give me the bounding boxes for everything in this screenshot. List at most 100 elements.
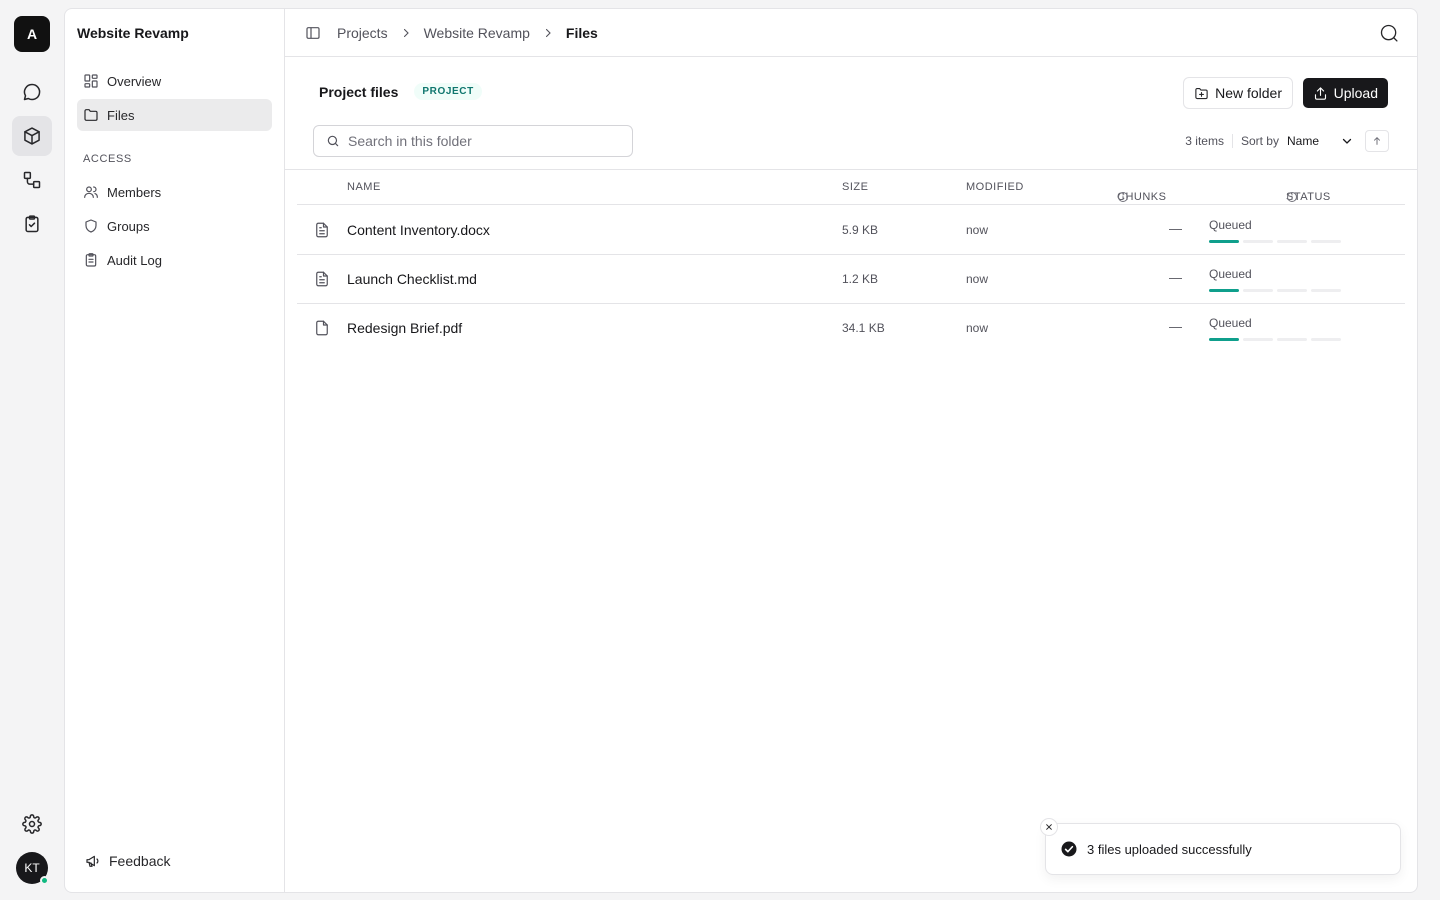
sidebar-item-label: Groups [107, 218, 150, 234]
sidebar-item-label: Audit Log [107, 252, 162, 268]
file-modified: now [966, 223, 989, 237]
folder-plus-icon [1194, 86, 1209, 101]
sort-label: Sort by [1240, 134, 1279, 148]
table-row[interactable]: Redesign Brief.pdf 34.1 KB now — Queued [297, 304, 1405, 353]
app-rail: A KT [0, 0, 64, 900]
chevron-right-icon [400, 27, 412, 39]
progress-segment [1311, 338, 1341, 341]
chevron-down-icon [1341, 135, 1353, 147]
divider [285, 169, 1417, 170]
new-folder-button[interactable]: New folder [1183, 77, 1293, 109]
search-icon[interactable] [1379, 23, 1399, 43]
progress-segment [1311, 240, 1341, 243]
progress-segment [1277, 240, 1307, 243]
table-row[interactable]: Launch Checklist.md 1.2 KB now — Queued [297, 255, 1405, 304]
files-header: Project files PROJECT [319, 83, 482, 100]
file-status: Queued [1209, 316, 1252, 330]
online-status-dot [40, 876, 49, 885]
table-row[interactable]: Content Inventory.docx 5.9 KB now — Queu… [297, 206, 1405, 255]
column-header-name[interactable]: NAME [347, 181, 381, 193]
users-icon [83, 184, 99, 200]
file-chunks: — [1169, 319, 1182, 334]
upload-icon [1313, 86, 1328, 101]
file-size: 1.2 KB [842, 272, 879, 286]
workspace-logo[interactable]: A [14, 16, 50, 52]
sort-select[interactable]: Name [1287, 134, 1353, 148]
divider [1231, 134, 1233, 148]
list-meta: 3 items Sort by Name [1185, 130, 1389, 152]
toast-close-button[interactable] [1040, 818, 1058, 836]
sidebar-item-label: Members [107, 184, 162, 200]
progress-segment [1277, 338, 1307, 341]
sort-direction-button[interactable] [1365, 130, 1389, 152]
item-count: 3 items [1185, 134, 1224, 148]
sidebar-item-groups[interactable]: Groups [77, 210, 272, 242]
main-panel: Website Revamp Overview Files ACCESS Mem… [64, 8, 1418, 893]
toast-message: 3 files uploaded successfully [1087, 841, 1252, 857]
shield-icon [83, 218, 99, 234]
sidebar-item-members[interactable]: Members [77, 176, 272, 208]
file-status: Queued [1209, 218, 1252, 232]
file-chunks: — [1169, 270, 1182, 285]
sidebar-item-overview[interactable]: Overview [77, 65, 272, 97]
access-section-label: ACCESS [83, 153, 132, 165]
upload-button[interactable]: Upload [1302, 78, 1388, 108]
sidebar-item-label: Files [107, 107, 135, 123]
info-icon[interactable] [1286, 191, 1298, 203]
upload-label: Upload [1333, 85, 1378, 101]
search-input[interactable] [348, 133, 618, 149]
file-modified: now [966, 272, 989, 286]
gear-icon[interactable] [12, 804, 52, 844]
file-chunks: — [1169, 221, 1182, 236]
feedback-button[interactable]: Feedback [85, 853, 170, 869]
megaphone-icon [85, 853, 101, 869]
chat-icon[interactable] [12, 72, 52, 112]
breadcrumb-files: Files [565, 24, 598, 41]
new-folder-label: New folder [1215, 85, 1282, 101]
file-modified: now [966, 321, 989, 335]
clipboard-check-icon[interactable] [12, 204, 52, 244]
folder-icon [83, 107, 99, 123]
file-name[interactable]: Content Inventory.docx [347, 222, 490, 238]
page-title: Project files [319, 83, 399, 100]
file-name[interactable]: Redesign Brief.pdf [347, 320, 462, 336]
progress-segment [1243, 240, 1273, 243]
search-icon [326, 134, 340, 148]
project-title: Website Revamp [77, 25, 189, 41]
chevron-right-icon [542, 27, 554, 39]
feedback-label: Feedback [109, 853, 171, 869]
clipboard-icon [83, 252, 99, 268]
progress-segment [1209, 289, 1239, 292]
table-header: NAME SIZE MODIFIED CHUNKS STATUS [297, 171, 1405, 205]
sidebar-item-label: Overview [107, 73, 162, 89]
folder-search[interactable] [313, 125, 633, 157]
column-header-modified[interactable]: MODIFIED [966, 181, 1024, 193]
status-progress [1209, 338, 1341, 341]
content-area: Projects Website Revamp Files Project fi… [285, 9, 1417, 892]
info-icon[interactable] [1117, 191, 1129, 203]
close-icon [1045, 823, 1053, 831]
document-lines-icon [313, 221, 331, 239]
breadcrumb-projects[interactable]: Projects [337, 25, 388, 41]
file-size: 34.1 KB [842, 321, 885, 335]
sidebar-item-audit-log[interactable]: Audit Log [77, 244, 272, 276]
sidebar-item-files[interactable]: Files [77, 99, 272, 131]
breadcrumb: Projects Website Revamp Files [337, 25, 598, 41]
sort-value: Name [1286, 134, 1319, 148]
grid-icon [83, 73, 99, 89]
document-lines-icon [313, 270, 331, 288]
column-header-size[interactable]: SIZE [842, 181, 868, 193]
file-size: 5.9 KB [842, 223, 879, 237]
progress-segment [1243, 289, 1273, 292]
file-name[interactable]: Launch Checklist.md [347, 271, 477, 287]
project-sidebar: Website Revamp Overview Files ACCESS Mem… [65, 9, 285, 892]
workflow-icon[interactable] [12, 160, 52, 200]
document-icon [313, 319, 331, 337]
breadcrumb-website-revamp[interactable]: Website Revamp [424, 25, 530, 41]
status-progress [1209, 240, 1341, 243]
sidebar-toggle-icon[interactable] [305, 25, 321, 41]
status-progress [1209, 289, 1341, 292]
check-circle-icon [1060, 840, 1078, 858]
file-status: Queued [1209, 267, 1252, 281]
box-icon[interactable] [12, 116, 52, 156]
